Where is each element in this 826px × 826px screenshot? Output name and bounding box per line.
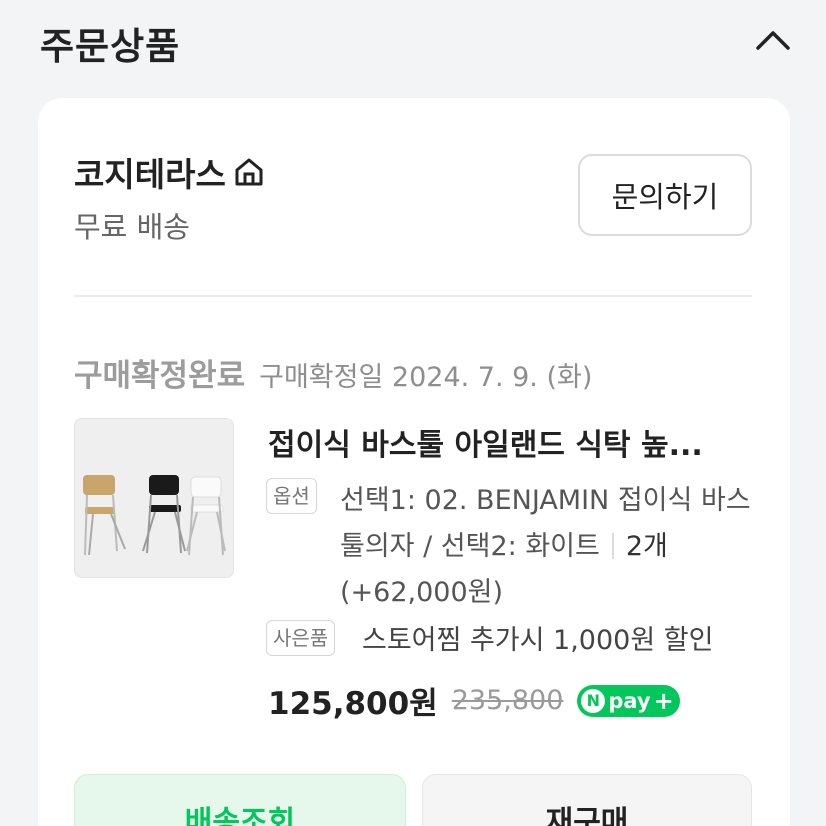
rebuy-button[interactable]: 재구매 — [422, 774, 752, 826]
gift-tag: 사은품 — [266, 620, 336, 656]
collapse-button[interactable] — [750, 20, 796, 60]
order-card: 코지테라스 무료 배송 문의하기 구매확정완료 구매확정일 2024. 7. 9… — [38, 98, 790, 826]
store-name: 코지테라스 — [74, 155, 226, 194]
quantity: 2개 — [625, 531, 668, 562]
option-tag: 옵션 — [266, 478, 317, 514]
chevron-up-icon — [756, 31, 790, 50]
price-row: 125,800원 235,800 N pay + — [268, 678, 680, 723]
inquiry-button[interactable]: 문의하기 — [578, 154, 752, 236]
npay-text: pay — [608, 688, 651, 713]
order-status-row: 구매확정완료 구매확정일 2024. 7. 9. (화) — [74, 350, 592, 395]
section-title: 주문상품 — [40, 25, 181, 68]
store-link[interactable]: 코지테라스 — [74, 148, 268, 196]
divider — [74, 295, 752, 297]
product-title[interactable]: 접이식 바스툴 아일랜드 식탁 높... — [268, 420, 748, 464]
track-delivery-button[interactable]: 배송조회 — [74, 774, 406, 826]
stools-image — [75, 419, 233, 577]
npay-n-icon: N — [581, 688, 606, 713]
sale-price: 125,800원 — [268, 686, 438, 722]
option-details: 선택1: 02. BENJAMIN 접이식 바스툴의자 / 선택2: 화이트 2개… — [340, 478, 760, 616]
plus-icon: + — [653, 686, 674, 715]
home-icon — [232, 154, 268, 190]
option-price: (+62,000원) — [340, 577, 504, 608]
separator — [611, 533, 614, 559]
order-products-header: 주문상품 — [0, 0, 826, 96]
original-price: 235,800 — [451, 685, 564, 716]
shipping-info: 무료 배송 — [74, 210, 190, 244]
npay-plus-icon: N pay + — [577, 684, 680, 717]
gift-text: 스토어찜 추가시 1,000원 할인 — [362, 625, 714, 656]
order-status: 구매확정완료 — [74, 358, 246, 394]
product-thumbnail[interactable] — [74, 418, 234, 578]
confirm-date: 구매확정일 2024. 7. 9. (화) — [259, 362, 593, 393]
option-text: 선택1: 02. BENJAMIN 접이식 바스툴의자 / 선택2: 화이트 — [340, 485, 751, 562]
